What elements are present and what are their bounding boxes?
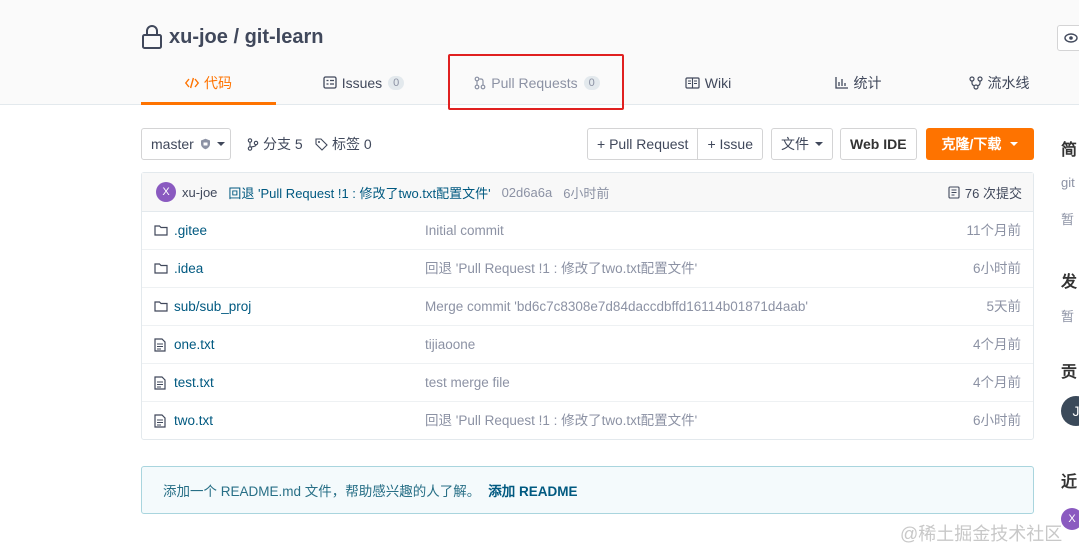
sidebar-recent-heading: 近 xyxy=(1061,474,1078,491)
file-commit-message-link[interactable]: Initial commit xyxy=(425,212,504,250)
table-row: .idea 回退 'Pull Request !1 : 修改了two.txt配置… xyxy=(142,250,1033,288)
file-name-link[interactable]: two.txt xyxy=(174,402,213,440)
repo-toolbar: master 分支 5 标签 0 + Pull Request + Issue … xyxy=(141,128,1034,160)
tags-label: 标签 0 xyxy=(332,136,372,152)
sidebar-intro-heading: 简 xyxy=(1061,142,1078,159)
new-issue-button[interactable]: + Issue xyxy=(697,129,762,159)
folder-icon xyxy=(154,301,168,312)
commit-message-link[interactable]: 回退 'Pull Request !1 : 修改了two.txt配置文件' xyxy=(228,183,490,202)
branch-icon xyxy=(247,137,259,151)
sidebar-releases-heading: 发 xyxy=(1061,274,1078,291)
create-button-group: + Pull Request + Issue xyxy=(587,128,763,160)
pipeline-icon xyxy=(968,75,983,90)
readme-notice-text: 添加一个 README.md 文件，帮助感兴趣的人了解。 xyxy=(163,484,481,499)
commit-sha-link[interactable]: 02d6a6a xyxy=(502,185,553,200)
file-icon xyxy=(154,414,166,428)
clone-download-label: 克隆/下载 xyxy=(941,136,1002,152)
file-name-link[interactable]: .idea xyxy=(174,250,203,288)
shield-icon xyxy=(200,138,210,150)
file-name-link[interactable]: .gitee xyxy=(174,212,207,250)
table-row: .gitee Initial commit 11个月前 xyxy=(142,212,1033,250)
file-commit-message-link[interactable]: Merge commit 'bd6c7c8308e7d84daccdbffd16… xyxy=(425,288,808,326)
file-icon xyxy=(154,338,166,352)
file-list: X xu-joe 回退 'Pull Request !1 : 修改了two.tx… xyxy=(141,172,1034,440)
file-name-link[interactable]: test.txt xyxy=(174,364,214,402)
tab-issues-label: Issues xyxy=(341,74,383,91)
file-commit-message-link[interactable]: tijiaoone xyxy=(425,326,475,364)
sidebar-releases-text: 暂 xyxy=(1061,309,1075,324)
tab-code-label: 代码 xyxy=(204,74,232,91)
avatar[interactable]: J xyxy=(1061,396,1079,426)
tab-issues[interactable]: Issues 0 xyxy=(276,60,451,105)
repo-header: xu-joe / git-learn 代码 Issues 0 Pull Requ… xyxy=(0,0,1079,110)
lock-icon xyxy=(142,25,162,49)
tags-link[interactable]: 标签 0 xyxy=(315,128,372,160)
wiki-icon xyxy=(685,76,700,89)
chevron-down-icon xyxy=(815,142,823,146)
file-commit-time: 4个月前 xyxy=(972,337,1021,352)
branches-link[interactable]: 分支 5 xyxy=(247,128,303,160)
file-commit-time: 4个月前 xyxy=(972,375,1021,390)
file-commit-time: 11个月前 xyxy=(966,223,1021,238)
folder-icon xyxy=(154,263,168,274)
tag-icon xyxy=(315,137,328,151)
commit-count-label: 76 次提交 xyxy=(964,185,1022,201)
latest-commit-bar: X xu-joe 回退 'Pull Request !1 : 修改了two.tx… xyxy=(142,173,1033,212)
watch-button[interactable] xyxy=(1057,25,1079,51)
commit-author-link[interactable]: xu-joe xyxy=(182,185,217,200)
repo-title: xu-joe / git-learn xyxy=(141,22,323,52)
table-row: two.txt 回退 'Pull Request !1 : 修改了two.txt… xyxy=(142,402,1033,440)
branch-name: master xyxy=(151,136,194,152)
tab-wiki[interactable]: Wiki xyxy=(623,60,793,105)
sidebar-intro-text: git xyxy=(1061,175,1075,190)
web-ide-button[interactable]: Web IDE xyxy=(840,128,917,160)
tab-wiki-label: Wiki xyxy=(704,74,732,91)
repo-name-link[interactable]: xu-joe / git-learn xyxy=(169,26,323,49)
avatar[interactable]: X xyxy=(156,182,176,202)
add-readme-link[interactable]: 添加 README xyxy=(488,480,577,500)
commit-count-link[interactable]: 76 次提交 xyxy=(948,173,1022,211)
commit-time: 6小时前 xyxy=(563,185,610,201)
file-name-link[interactable]: sub/sub_proj xyxy=(174,288,251,326)
file-menu-label: 文件 xyxy=(781,136,809,152)
branches-label: 分支 5 xyxy=(263,136,303,152)
file-commit-time: 6小时前 xyxy=(972,261,1021,276)
watermark: @稀土掘金技术社区 xyxy=(900,524,1063,544)
clone-download-button[interactable]: 克隆/下载 xyxy=(926,128,1034,160)
chevron-down-icon xyxy=(216,142,225,146)
code-icon xyxy=(185,77,199,88)
tab-code[interactable]: 代码 xyxy=(141,60,276,105)
issues-count-badge: 0 xyxy=(388,75,405,90)
table-row: sub/sub_proj Merge commit 'bd6c7c8308e7d… xyxy=(142,288,1033,326)
avatar[interactable]: X xyxy=(1061,508,1079,530)
stats-icon xyxy=(834,77,848,89)
tab-pipeline[interactable]: 流水线 xyxy=(923,60,1075,105)
file-commit-message-link[interactable]: 回退 'Pull Request !1 : 修改了two.txt配置文件' xyxy=(425,402,697,440)
folder-icon xyxy=(154,225,168,236)
branch-select[interactable]: master xyxy=(141,128,231,160)
pull-requests-highlight-box xyxy=(448,54,624,110)
file-menu-button[interactable]: 文件 xyxy=(771,128,833,160)
sidebar-contributors-heading: 贡 xyxy=(1061,364,1078,381)
tab-stats[interactable]: 统计 xyxy=(793,60,923,105)
sidebar-intro-text: 暂 xyxy=(1061,212,1075,227)
chevron-down-icon xyxy=(1010,142,1019,146)
file-icon xyxy=(154,376,166,390)
file-commit-time: 6小时前 xyxy=(972,413,1021,428)
table-row: test.txt test merge file 4个月前 xyxy=(142,364,1033,402)
file-commit-time: 5天前 xyxy=(986,299,1021,314)
eye-icon xyxy=(1064,33,1078,43)
new-pull-request-button[interactable]: + Pull Request xyxy=(588,129,697,159)
file-commit-message-link[interactable]: 回退 'Pull Request !1 : 修改了two.txt配置文件' xyxy=(425,250,697,288)
readme-notice: 添加一个 README.md 文件，帮助感兴趣的人了解。 添加 README xyxy=(141,466,1034,514)
table-row: one.txt tijiaoone 4个月前 xyxy=(142,326,1033,364)
file-name-link[interactable]: one.txt xyxy=(174,326,215,364)
commits-icon xyxy=(948,185,960,199)
issues-icon xyxy=(323,76,337,89)
tab-pipeline-label: 流水线 xyxy=(987,74,1030,91)
file-commit-message-link[interactable]: test merge file xyxy=(425,364,510,402)
tab-stats-label: 统计 xyxy=(853,74,882,91)
